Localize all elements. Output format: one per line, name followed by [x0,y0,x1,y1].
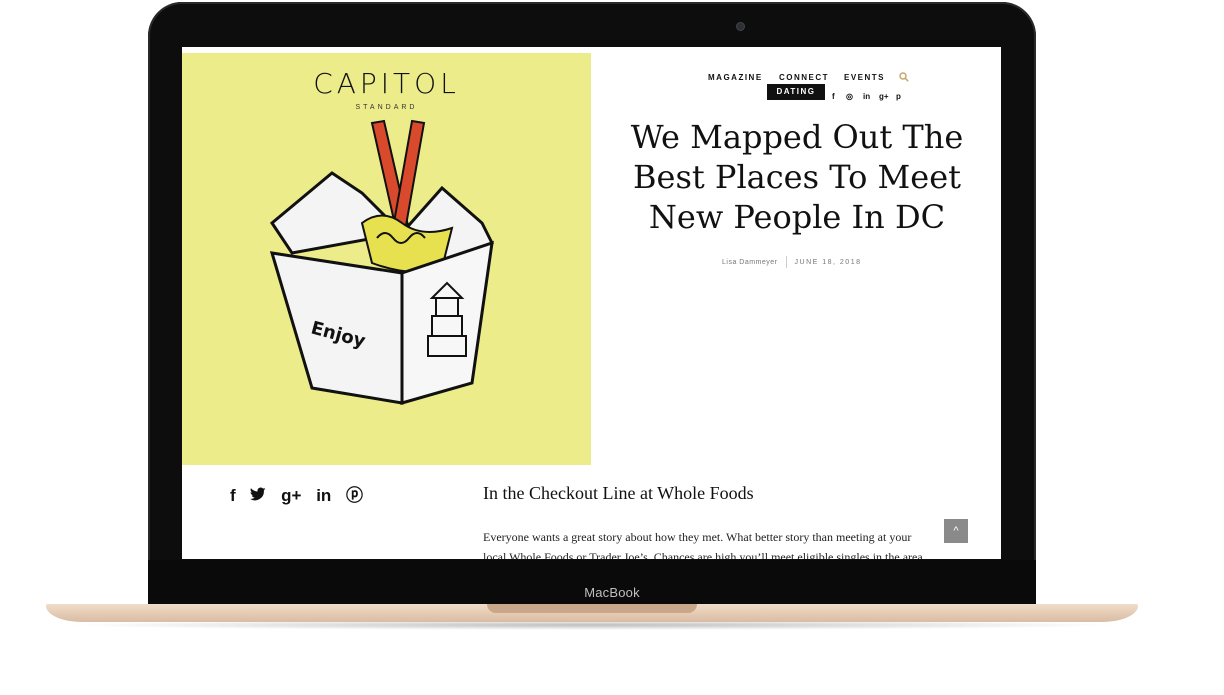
linkedin-share-icon[interactable]: in [316,486,331,505]
browser-screen: CAPITOL STANDARD Enjoy MAGAZINE CONNECT [182,47,1001,559]
article-title-line: We Mapped Out The [630,118,964,156]
meta-divider [785,256,787,268]
share-bar: f g+ in ⓟ [230,481,373,506]
nav-item-magazine[interactable]: MAGAZINE [708,73,763,82]
nav-item-connect[interactable]: CONNECT [779,73,829,82]
search-icon[interactable] [899,72,909,82]
device-brand-label: MacBook [584,585,640,600]
article-title-line: New People In DC [648,198,946,236]
article-body-line: Everyone wants a great story about how t… [483,530,912,544]
pinterest-icon[interactable]: p [896,92,901,101]
article-date: JUNE 18, 2018 [794,258,862,266]
laptop-hinge-notch [487,604,697,613]
article-body-line: local Whole Foods or Trader Joe’s. Chanc… [483,550,923,559]
site-logo-subtitle: STANDARD [355,104,418,111]
facebook-icon[interactable]: f [832,92,835,101]
facebook-share-icon[interactable]: f [230,486,236,505]
linkedin-icon[interactable]: in [863,92,870,101]
google-plus-icon[interactable]: g+ [879,92,889,101]
pinterest-share-icon[interactable]: ⓟ [346,486,363,505]
hero-image: CAPITOL STANDARD Enjoy [182,53,591,465]
back-to-top-button[interactable]: ^ [944,519,968,543]
instagram-icon[interactable]: ◎ [846,92,853,101]
article-meta: Lisa Dammeyer JUNE 18, 2018 [722,256,862,268]
nav-item-events[interactable]: EVENTS [844,73,885,82]
article-title: We Mapped Out The Best Places To Meet Ne… [612,117,982,237]
site-logo[interactable]: CAPITOL [182,67,591,100]
article-title-line: Best Places To Meet [633,158,961,196]
section-heading: In the Checkout Line at Whole Foods [483,483,754,503]
nav-item-dating[interactable]: DATING [767,84,825,100]
google-plus-share-icon[interactable]: g+ [281,486,301,505]
article-author[interactable]: Lisa Dammeyer [722,259,778,266]
article-body: Everyone wants a great story about how t… [483,527,923,559]
camera [736,22,745,31]
twitter-share-icon[interactable] [250,486,271,505]
takeout-box-illustration: Enjoy [269,119,494,405]
